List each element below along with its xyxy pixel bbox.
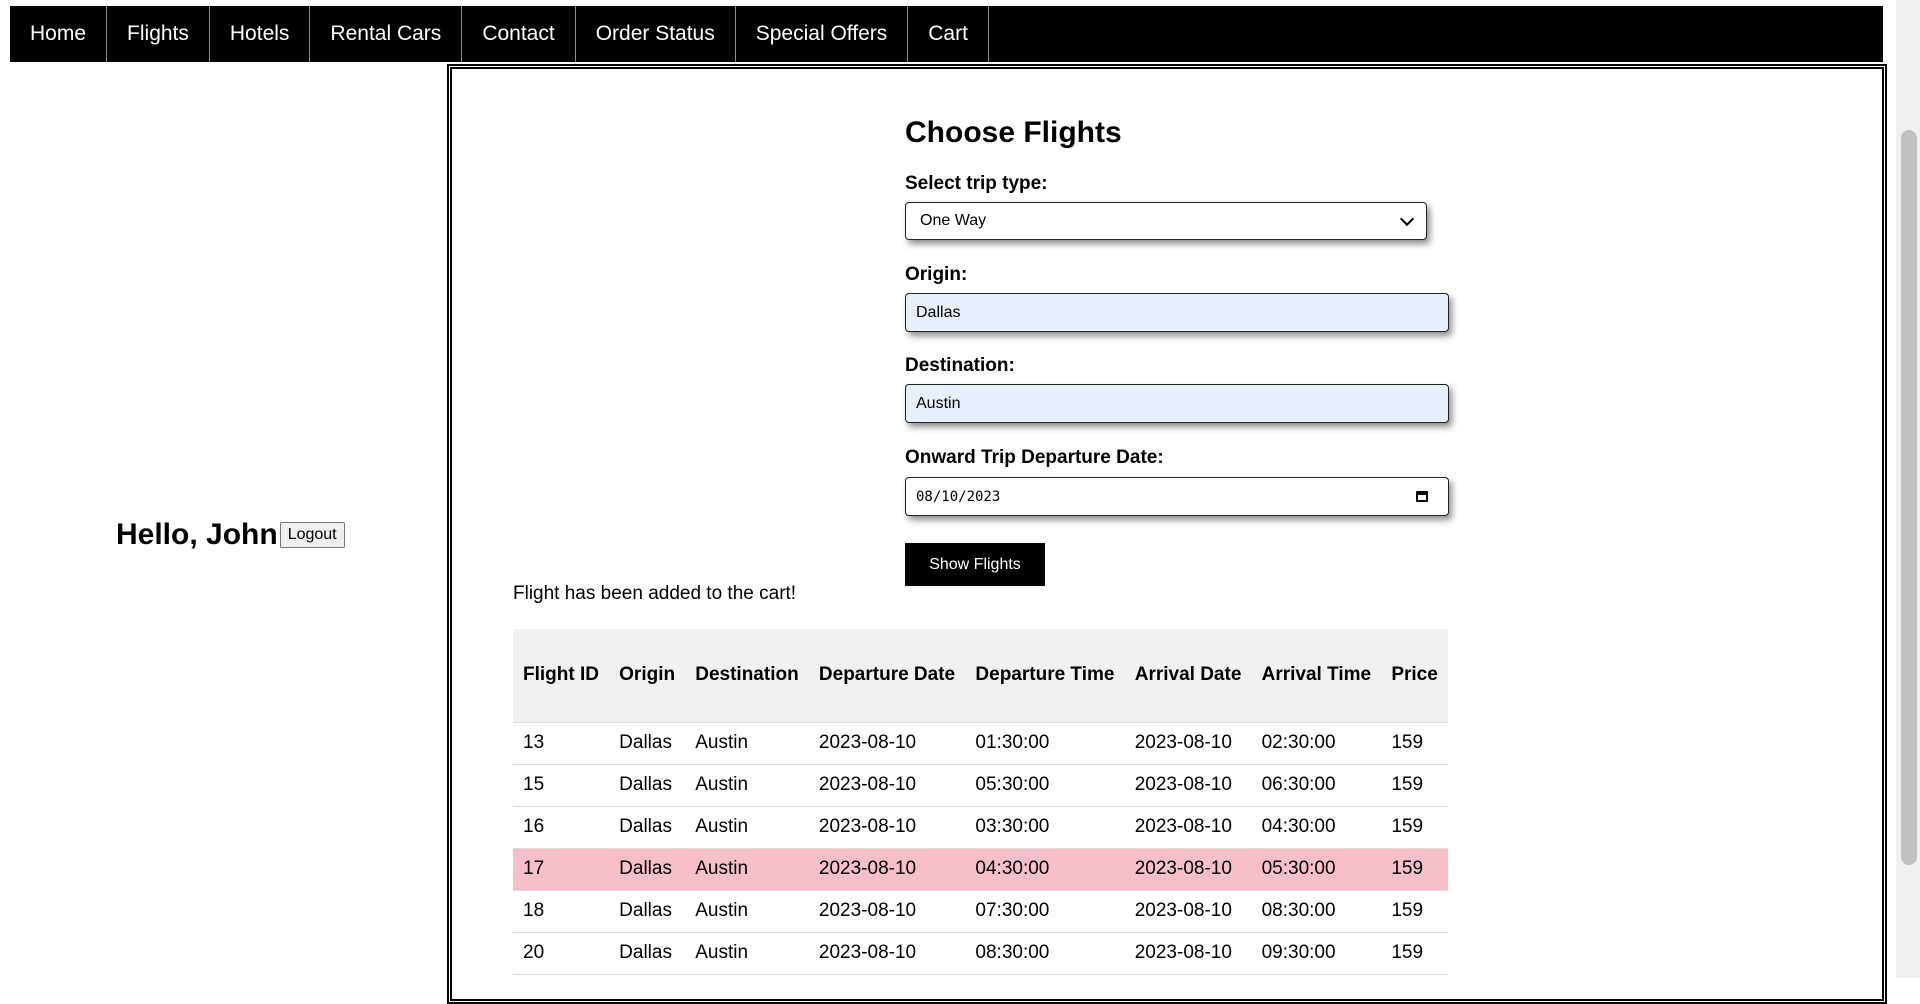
table-cell: 05:30:00: [965, 764, 1125, 807]
table-cell: 2023-08-10: [1124, 806, 1252, 849]
date-label: Onward Trip Departure Date:: [905, 447, 1164, 468]
table-cell: Austin: [685, 848, 809, 891]
origin-value: Dallas: [916, 303, 961, 321]
table-cell: 159: [1381, 890, 1448, 933]
table-cell: Austin: [685, 890, 809, 933]
table-row[interactable]: 16 Dallas Austin 2023-08-10 03:30:00 2023-08-…: [513, 806, 1448, 849]
table-cell: 04:30:00: [1251, 806, 1382, 849]
table-cell: Dallas: [609, 764, 686, 807]
table-row[interactable]: 17 Dallas Austin 2023-08-10 04:30:00 2023-08-…: [513, 848, 1448, 891]
table-cell: 16: [513, 806, 610, 849]
cart-message: Flight has been added to the cart!: [513, 583, 797, 604]
table-cell: Dallas: [609, 722, 686, 765]
table-cell: 08:30:00: [1251, 890, 1382, 933]
origin-input[interactable]: Dallas: [905, 293, 1449, 332]
table-cell: Austin: [685, 722, 809, 765]
table-cell: Austin: [685, 764, 809, 807]
trip-type-label: Select trip type:: [905, 173, 1048, 194]
table-cell: 2023-08-10: [1124, 722, 1252, 765]
table-cell: 13: [513, 722, 610, 765]
origin-label: Origin:: [905, 264, 968, 285]
nav-hotels[interactable]: Hotels: [210, 6, 311, 62]
table-cell: 2023-08-10: [808, 722, 966, 765]
table-cell: 159: [1381, 932, 1448, 975]
table-cell: 06:30:00: [1251, 764, 1382, 807]
table-cell: 159: [1381, 764, 1448, 807]
table-row[interactable]: 18 Dallas Austin 2023-08-10 07:30:00 2023-08-…: [513, 890, 1448, 933]
table-cell: 159: [1381, 722, 1448, 765]
col-flight-id: Flight ID: [513, 629, 610, 723]
table-cell: Dallas: [609, 806, 686, 849]
flights-table-wrap: Flight ID Origin Destination Departure D…: [513, 629, 1448, 975]
top-nav: Home Flights Hotels Rental Cars Contact …: [10, 6, 1883, 62]
calendar-icon[interactable]: [1416, 491, 1428, 502]
col-arrival-time: Arrival Time: [1251, 629, 1382, 723]
destination-label: Destination:: [905, 355, 1015, 376]
greeting-text: Hello, John: [116, 518, 278, 551]
scrollbar-thumb[interactable]: [1901, 130, 1917, 865]
show-flights-button[interactable]: Show Flights: [905, 543, 1045, 586]
table-cell: 159: [1381, 806, 1448, 849]
trip-type-value: One Way: [920, 212, 987, 229]
date-value: 08/10/2023: [916, 488, 1001, 505]
nav-order-status[interactable]: Order Status: [576, 6, 736, 62]
trip-type-select[interactable]: One Way: [905, 202, 1427, 240]
page-scrollbar[interactable]: [1896, 0, 1920, 978]
table-cell: 159: [1381, 848, 1448, 891]
table-cell: 15: [513, 764, 610, 807]
col-arrival-date: Arrival Date: [1124, 629, 1252, 723]
nav-flights[interactable]: Flights: [107, 6, 210, 62]
table-cell: 2023-08-10: [808, 848, 966, 891]
table-cell: Austin: [685, 806, 809, 849]
table-cell: Dallas: [609, 932, 686, 975]
nav-cart[interactable]: Cart: [908, 6, 989, 62]
departure-date-input[interactable]: 08/10/2023: [905, 477, 1449, 516]
form-title: Choose Flights: [905, 116, 1122, 149]
col-origin: Origin: [609, 629, 686, 723]
table-cell: 07:30:00: [965, 890, 1125, 933]
table-header-row: Flight ID Origin Destination Departure D…: [513, 629, 1448, 723]
table-cell: 2023-08-10: [808, 764, 966, 807]
col-price: Price: [1381, 629, 1448, 723]
table-row[interactable]: 13 Dallas Austin 2023-08-10 01:30:00 2023-08-…: [513, 722, 1448, 765]
col-destination: Destination: [685, 629, 809, 723]
user-greeting-area: Hello, John Logout: [116, 518, 345, 552]
table-cell: Dallas: [609, 890, 686, 933]
destination-value: Austin: [916, 394, 961, 412]
table-cell: 2023-08-10: [808, 806, 966, 849]
table-cell: 18: [513, 890, 610, 933]
table-cell: Austin: [685, 932, 809, 975]
col-departure-date: Departure Date: [808, 629, 966, 723]
table-cell: 05:30:00: [1251, 848, 1382, 891]
table-cell: 2023-08-10: [1124, 932, 1252, 975]
nav-special-offers[interactable]: Special Offers: [736, 6, 909, 62]
nav-contact[interactable]: Contact: [462, 6, 576, 62]
table-cell: 09:30:00: [1251, 932, 1382, 975]
nav-rental-cars[interactable]: Rental Cars: [310, 6, 463, 62]
table-cell: 2023-08-10: [1124, 848, 1252, 891]
table-row[interactable]: 20 Dallas Austin 2023-08-10 08:30:00 2023-08-…: [513, 932, 1448, 975]
flights-table: Flight ID Origin Destination Departure D…: [513, 629, 1448, 975]
nav-home[interactable]: Home: [10, 6, 108, 62]
table-cell: 2023-08-10: [1124, 890, 1252, 933]
table-cell: 04:30:00: [965, 848, 1125, 891]
table-cell: 2023-08-10: [808, 890, 966, 933]
table-cell: 20: [513, 932, 610, 975]
col-departure-time: Departure Time: [965, 629, 1125, 723]
table-cell: Dallas: [609, 848, 686, 891]
table-cell: 2023-08-10: [808, 932, 966, 975]
chevron-down-icon: [1399, 211, 1415, 226]
destination-input[interactable]: Austin: [905, 384, 1449, 423]
table-cell: 17: [513, 848, 610, 891]
table-cell: 02:30:00: [1251, 722, 1382, 765]
table-cell: 2023-08-10: [1124, 764, 1252, 807]
table-cell: 03:30:00: [965, 806, 1125, 849]
logout-button[interactable]: Logout: [279, 522, 345, 548]
table-cell: 08:30:00: [965, 932, 1125, 975]
table-row[interactable]: 15 Dallas Austin 2023-08-10 05:30:00 2023-08-…: [513, 764, 1448, 807]
table-cell: 01:30:00: [965, 722, 1125, 765]
